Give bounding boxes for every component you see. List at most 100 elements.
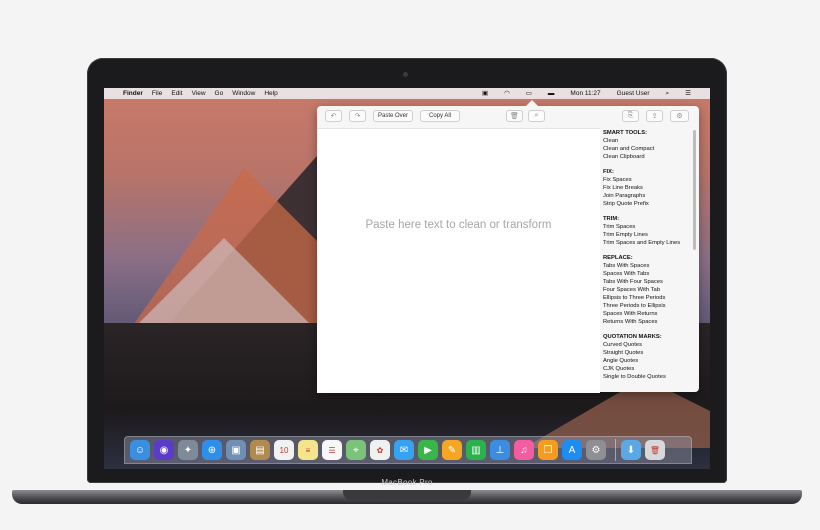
tool-group-heading: QUOTATION MARKS:: [603, 334, 662, 340]
popover-toolbar: ↶ ↷ Paste Over Copy All 🗑 ⌕ ⎘ ⇪ ⚙: [317, 106, 699, 128]
export-button[interactable]: ⎘: [622, 110, 639, 122]
sidebar-scrollbar[interactable]: [693, 130, 696, 250]
menu-bar: Finder File Edit View Go Window Help ▣ ◠…: [104, 88, 710, 99]
keynote-icon[interactable]: ⊥: [490, 440, 510, 460]
text-editor[interactable]: Paste here text to clean or transform: [317, 128, 600, 393]
notes-icon-glyph: ≡: [305, 445, 311, 455]
finder-icon-glyph: ☺: [134, 444, 146, 456]
menu-go[interactable]: Go: [215, 90, 224, 97]
tool-item[interactable]: Fix Spaces: [603, 176, 695, 184]
user-name[interactable]: Guest User: [617, 90, 650, 97]
paste-over-button[interactable]: Paste Over: [373, 110, 413, 122]
menu-file[interactable]: File: [152, 90, 162, 97]
menu-view[interactable]: View: [192, 90, 206, 97]
photo-browser-icon-glyph: ▣: [231, 444, 241, 456]
tool-item[interactable]: CJK Quotes: [603, 365, 695, 373]
redo-button[interactable]: ↷: [349, 110, 366, 122]
status-area: ▣ ◠ ▭ ▬ Mon 11:27 Guest User ⌕ ☰: [482, 88, 700, 99]
tool-item[interactable]: Angle Quotes: [603, 357, 695, 365]
menu-finder[interactable]: Finder: [123, 90, 143, 97]
tool-item[interactable]: Tabs With Spaces: [603, 262, 695, 270]
tool-item[interactable]: Fix Line Breaks: [603, 184, 695, 192]
tool-item[interactable]: Single to Double Quotes: [603, 373, 695, 381]
tool-item[interactable]: Three Periods to Ellipsis: [603, 302, 695, 310]
share-button[interactable]: ⇪: [646, 110, 663, 122]
itunes-icon-glyph: ♫: [520, 444, 528, 456]
app-store-icon-glyph: A: [568, 444, 576, 456]
reminders-icon[interactable]: ☰: [322, 440, 342, 460]
launchpad-icon[interactable]: ✦: [178, 440, 198, 460]
ibooks-icon-glyph: ❐: [543, 444, 553, 456]
search-icon[interactable]: ⌕: [666, 88, 670, 99]
editor-placeholder: Paste here text to clean or transform: [365, 219, 552, 231]
clipboard-icon[interactable]: ▣: [482, 88, 488, 99]
undo-button[interactable]: ↶: [325, 110, 342, 122]
system-preferences-icon[interactable]: ⚙: [586, 440, 606, 460]
menu-help[interactable]: Help: [264, 90, 277, 97]
menu-edit[interactable]: Edit: [171, 90, 182, 97]
settings-button[interactable]: ⚙: [670, 110, 689, 122]
siri-icon[interactable]: ◉: [154, 440, 174, 460]
pages-icon-glyph: ✎: [447, 444, 457, 456]
safari-icon[interactable]: ⊕: [202, 440, 222, 460]
tool-group: QUOTATION MARKS: Curved Quotes Straight Qu…: [603, 333, 695, 381]
tool-item[interactable]: Curved Quotes: [603, 341, 695, 349]
tool-group-heading: SMART TOOLS:: [603, 130, 648, 136]
dock-separator: [615, 439, 616, 461]
facetime-icon[interactable]: ▶: [418, 440, 438, 460]
clear-button[interactable]: 🗑: [506, 110, 523, 122]
text-cleaner-popover: ↶ ↷ Paste Over Copy All 🗑 ⌕ ⎘ ⇪ ⚙ Paste …: [317, 100, 699, 393]
battery-icon[interactable]: ▬: [548, 88, 555, 99]
contacts-icon[interactable]: ▤: [250, 440, 270, 460]
tool-item[interactable]: Clean and Compact: [603, 145, 695, 153]
system-preferences-icon-glyph: ⚙: [591, 444, 601, 456]
ibooks-icon[interactable]: ❐: [538, 440, 558, 460]
tool-item[interactable]: Returns With Spaces: [603, 318, 695, 326]
notes-icon[interactable]: ≡: [298, 440, 318, 460]
itunes-icon[interactable]: ♫: [514, 440, 534, 460]
numbers-icon[interactable]: ▥: [466, 440, 486, 460]
app-store-icon[interactable]: A: [562, 440, 582, 460]
calendar-icon[interactable]: 10: [274, 440, 294, 460]
find-button[interactable]: ⌕: [528, 110, 545, 122]
tool-group: SMART TOOLS: Clean Clean and Compact Clean …: [603, 129, 695, 161]
tool-item[interactable]: Tabs With Four Spaces: [603, 278, 695, 286]
tool-group: TRIM: Trim Spaces Trim Empty Lines Trim Spa…: [603, 215, 695, 247]
airplay-icon[interactable]: ▭: [526, 88, 532, 99]
tool-group: FIX: Fix Spaces Fix Line Breaks Join Paragr…: [603, 168, 695, 208]
tool-item[interactable]: Straight Quotes: [603, 349, 695, 357]
tool-item[interactable]: Trim Spaces: [603, 223, 695, 231]
downloads-folder-icon-glyph: ⬇: [626, 444, 636, 456]
downloads-folder-icon[interactable]: ⬇: [621, 440, 641, 460]
photo-browser-icon[interactable]: ▣: [226, 440, 246, 460]
menu-window[interactable]: Window: [232, 90, 255, 97]
tool-item[interactable]: Clean: [603, 137, 695, 145]
finder-icon[interactable]: ☺: [130, 440, 150, 460]
photos-icon[interactable]: ✿: [370, 440, 390, 460]
tool-item[interactable]: Four Spaces With Tab: [603, 286, 695, 294]
lid-notch: [343, 490, 471, 500]
document-icon: ⎘: [627, 112, 634, 119]
trash-icon[interactable]: 🗑: [645, 440, 665, 460]
tool-item[interactable]: Join Paragraphs: [603, 192, 695, 200]
tool-item[interactable]: Spaces With Returns: [603, 310, 695, 318]
tool-item[interactable]: Clean Clipboard: [603, 153, 695, 161]
wifi-icon[interactable]: ◠: [504, 88, 510, 99]
trash-icon-glyph: 🗑: [649, 445, 661, 455]
clock[interactable]: Mon 11:27: [570, 90, 600, 97]
messages-icon[interactable]: ✉: [394, 440, 414, 460]
gear-icon: ⚙: [676, 113, 683, 120]
list-icon[interactable]: ☰: [685, 88, 691, 99]
maps-icon-glyph: ⌖: [353, 444, 359, 456]
tool-item[interactable]: Spaces With Tabs: [603, 270, 695, 278]
photos-icon-glyph: ✿: [376, 445, 384, 455]
pages-icon[interactable]: ✎: [442, 440, 462, 460]
tool-item[interactable]: Trim Empty Lines: [603, 231, 695, 239]
safari-icon-glyph: ⊕: [207, 444, 217, 456]
copy-all-button[interactable]: Copy All: [420, 110, 460, 122]
maps-icon[interactable]: ⌖: [346, 440, 366, 460]
tool-item[interactable]: Ellipsis to Three Periods: [603, 294, 695, 302]
tool-item[interactable]: Trim Spaces and Empty Lines: [603, 239, 695, 247]
undo-icon: ↶: [330, 113, 337, 120]
tool-item[interactable]: Strip Quote Prefix: [603, 200, 695, 208]
